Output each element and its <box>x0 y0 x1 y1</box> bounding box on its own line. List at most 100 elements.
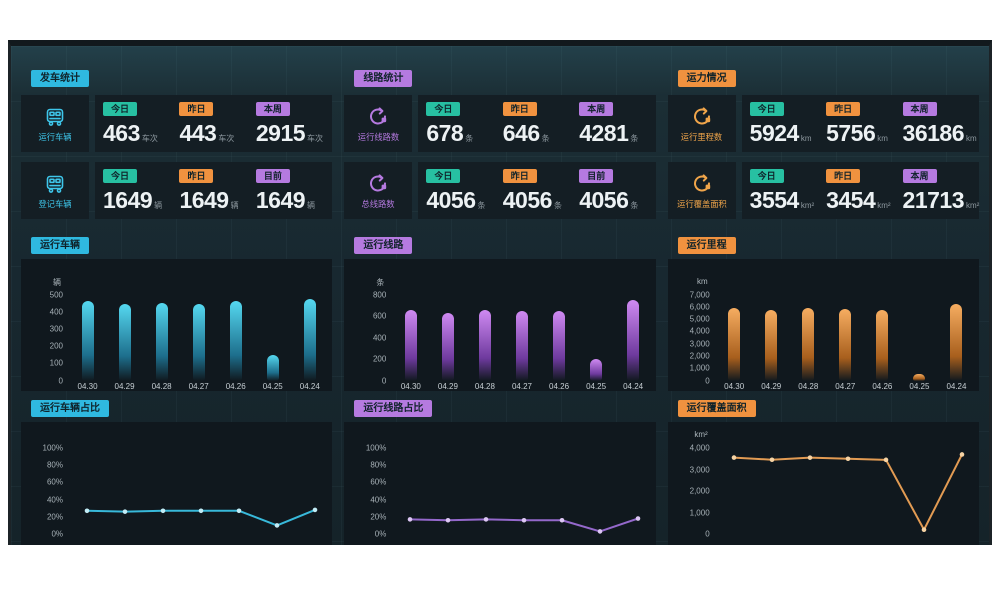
line-marker[interactable] <box>560 518 565 523</box>
line-marker[interactable] <box>237 508 242 513</box>
line-chart-plot[interactable] <box>716 422 979 545</box>
bar[interactable] <box>590 359 602 381</box>
bar[interactable] <box>405 310 417 381</box>
stat-value-line: 1649辆 <box>103 187 175 214</box>
line-chart-panel[interactable]: km²01,0002,0003,0004,000 <box>668 422 979 545</box>
bar[interactable] <box>876 310 888 381</box>
line-marker[interactable] <box>313 508 318 513</box>
stat-value: 678 <box>426 120 463 147</box>
line-marker[interactable] <box>161 508 166 513</box>
stat-item: 昨日443车次 <box>179 102 251 147</box>
stat-item: 今日5924km <box>750 102 822 147</box>
bar-chart-plot[interactable]: 04.3004.2904.2804.2704.2604.2504.24 <box>392 259 655 391</box>
bar[interactable] <box>950 304 962 380</box>
y-axis-tick: 40% <box>47 495 63 504</box>
bar[interactable] <box>913 374 925 380</box>
bar[interactable] <box>230 301 242 380</box>
bar-chart-panel[interactable]: 条020040060080004.3004.2904.2804.2704.260… <box>344 259 655 391</box>
line-marker[interactable] <box>598 529 603 534</box>
stat-item: 今日463车次 <box>103 102 175 147</box>
bar[interactable] <box>156 303 168 381</box>
stat-values-panel: 今日4056条昨日4056条目前4056条 <box>418 162 655 219</box>
line-marker[interactable] <box>769 457 774 462</box>
y-axis-tick: 100 <box>50 359 63 368</box>
bar-slot <box>541 295 578 381</box>
line-marker[interactable] <box>636 516 641 521</box>
bar[interactable] <box>627 300 639 381</box>
route-loop-icon <box>366 172 390 196</box>
period-tag: 今日 <box>750 169 784 183</box>
line-marker[interactable] <box>123 509 128 514</box>
line-marker[interactable] <box>408 517 413 522</box>
bar[interactable] <box>442 313 454 381</box>
bar-chart-title-tag: 运行线路 <box>354 237 412 254</box>
x-axis-label: 04.29 <box>753 382 790 396</box>
line-chart-panel[interactable]: 0%20%40%60%80%100% <box>344 422 655 545</box>
bar[interactable] <box>119 304 131 380</box>
bar-chart-panel[interactable]: 辆010020030040050004.3004.2904.2804.2704.… <box>21 259 332 391</box>
stat-value-line: 1649辆 <box>179 187 251 214</box>
line-marker[interactable] <box>807 455 812 460</box>
bar[interactable] <box>479 310 491 381</box>
y-axis-tick: 3,000 <box>690 465 710 474</box>
stat-values-panel: 今日1649辆昨日1649辆目前1649辆 <box>95 162 332 219</box>
bar[interactable] <box>728 308 740 381</box>
stat-value: 1649 <box>103 187 152 214</box>
line-marker[interactable] <box>845 456 850 461</box>
line-marker[interactable] <box>199 508 204 513</box>
y-axis-unit-label: 辆 <box>53 277 61 288</box>
y-axis-tick: 800 <box>373 290 386 299</box>
period-tag: 本周 <box>579 102 613 116</box>
stat-icon-box: 运行线路数 <box>344 95 412 152</box>
bar[interactable] <box>839 309 851 381</box>
stat-value-line: 678条 <box>426 120 498 147</box>
line-marker[interactable] <box>883 458 888 463</box>
line-chart-plot[interactable] <box>69 422 332 545</box>
x-axis-label: 04.28 <box>466 382 503 396</box>
bar-chart-plot[interactable]: 04.3004.2904.2804.2704.2604.2504.24 <box>716 259 979 391</box>
bar-chart-plot[interactable]: 04.3004.2904.2804.2704.2604.2504.24 <box>69 259 332 391</box>
bar[interactable] <box>516 311 528 380</box>
period-tag: 昨日 <box>503 102 537 116</box>
x-axis-label: 04.25 <box>578 382 615 396</box>
period-tag: 今日 <box>426 102 460 116</box>
period-tag: 本周 <box>903 169 937 183</box>
line-marker[interactable] <box>446 518 451 523</box>
y-axis-tick: 1,000 <box>690 364 710 373</box>
y-axis-tick: 6,000 <box>690 302 710 311</box>
stat-unit: 车次 <box>307 133 323 144</box>
line-marker[interactable] <box>85 508 90 513</box>
line-marker[interactable] <box>522 518 527 523</box>
stat-value: 4056 <box>426 187 475 214</box>
stat-unit: 车次 <box>218 133 234 144</box>
line-marker[interactable] <box>959 452 964 457</box>
stat-icon-box: 总线路数 <box>344 162 412 219</box>
stat-value: 3554 <box>750 187 799 214</box>
bar[interactable] <box>267 355 279 381</box>
stat-icon-label: 总线路数 <box>362 199 395 208</box>
bar[interactable] <box>802 308 814 380</box>
stat-icon-label: 运行线路数 <box>358 132 399 141</box>
bar[interactable] <box>82 301 94 381</box>
stat-item: 昨日1649辆 <box>179 169 251 214</box>
stat-value-line: 21713km² <box>903 187 975 214</box>
bus-icon <box>43 105 67 129</box>
stat-value-line: 4056条 <box>503 187 575 214</box>
period-tag: 本周 <box>903 102 937 116</box>
bar[interactable] <box>304 299 316 381</box>
bar[interactable] <box>193 304 205 381</box>
x-axis-label: 04.28 <box>143 382 180 396</box>
line-marker[interactable] <box>484 517 489 522</box>
stat-unit: 条 <box>465 133 473 144</box>
line-marker[interactable] <box>275 523 280 528</box>
line-marker[interactable] <box>731 455 736 460</box>
x-axis-label: 04.26 <box>217 382 254 396</box>
stat-item: 今日 678条 <box>426 102 498 147</box>
line-marker[interactable] <box>921 527 926 532</box>
line-chart-plot[interactable] <box>392 422 655 545</box>
bar[interactable] <box>765 310 777 381</box>
line-chart-panel[interactable]: 0%20%40%60%80%100% <box>21 422 332 545</box>
bar[interactable] <box>553 311 565 381</box>
bar-chart-panel[interactable]: km01,0002,0003,0004,0005,0006,0007,00004… <box>668 259 979 391</box>
x-axis-label: 04.25 <box>254 382 291 396</box>
